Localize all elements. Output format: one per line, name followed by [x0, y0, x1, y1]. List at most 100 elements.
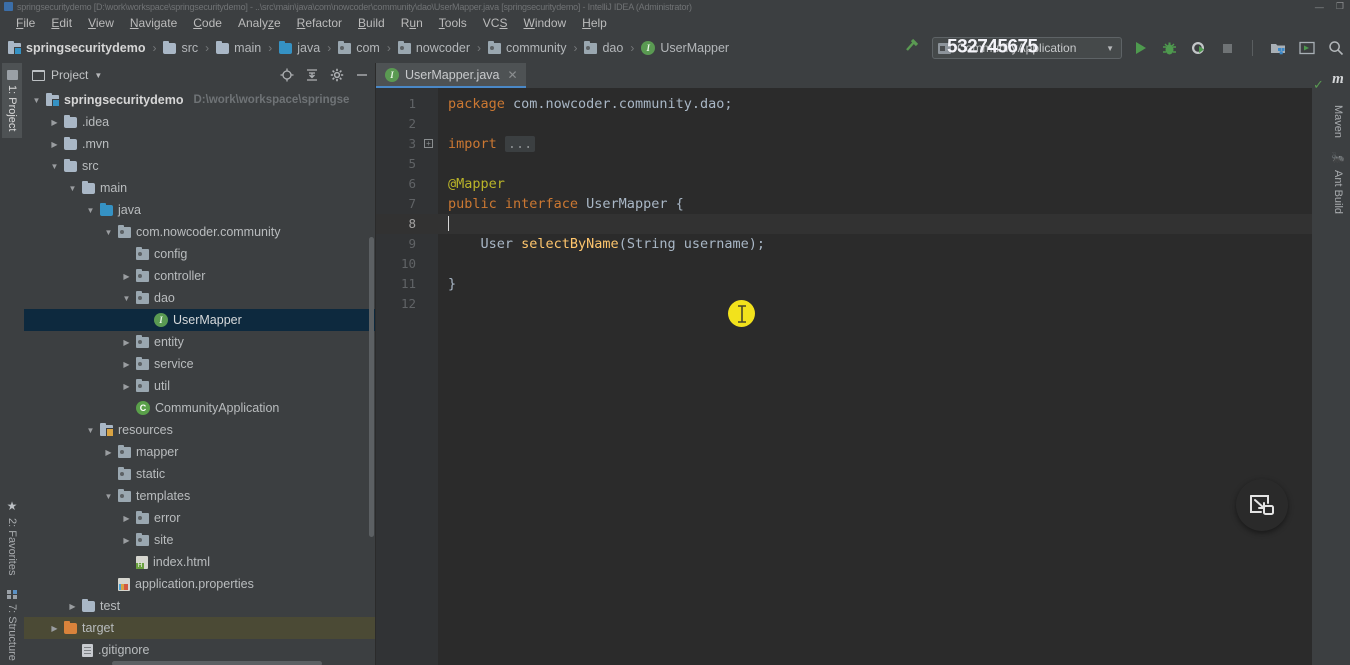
sidebar-tab-structure[interactable]: 7: Structure [2, 582, 22, 665]
editor-tab-usermapper[interactable]: I UserMapper.java ✕ [376, 63, 526, 88]
gear-icon[interactable] [330, 68, 344, 82]
menu-item-run[interactable]: Run [393, 14, 431, 33]
tree-node-dao[interactable]: ▼ dao [24, 287, 375, 309]
project-panel-actions[interactable] [280, 68, 369, 82]
project-tree[interactable]: ▼ springsecuritydemo D:\work\workspace\spr… [24, 87, 375, 665]
menu-item-file[interactable]: File [8, 14, 43, 33]
tree-node-application-properties[interactable]: application.properties [24, 573, 375, 595]
inspection-ok-icon[interactable]: ✓ [1313, 77, 1324, 93]
sidebar-tab-ant-build[interactable]: 🐜 Ant Build [1328, 145, 1349, 221]
line-number[interactable]: 6 [376, 174, 438, 194]
search-icon[interactable] [1327, 40, 1344, 57]
minimize-icon[interactable]: — [1315, 2, 1324, 12]
tree-node-resources[interactable]: ▼ resources [24, 419, 375, 441]
line-number[interactable]: 2 [376, 114, 438, 134]
menubar[interactable]: File Edit View Navigate Code Analyze Refactor B… [0, 13, 1350, 33]
menu-item-vcs[interactable]: VCS [475, 14, 516, 33]
line-number[interactable]: 1 [376, 94, 438, 114]
build-hammer-icon[interactable] [903, 37, 920, 59]
sidebar-tab-project[interactable]: 1: Project [2, 63, 22, 139]
inspection-gutter[interactable]: ✓ [1312, 63, 1326, 665]
maximize-icon[interactable]: ❐ [1336, 1, 1344, 12]
tree-node--gitignore[interactable]: .gitignore [24, 639, 375, 661]
chevron-down-icon[interactable]: ▼ [50, 162, 59, 171]
tree-node-service[interactable]: ▶ service [24, 353, 375, 375]
close-icon[interactable]: ✕ [508, 68, 518, 82]
tree-node-springsecuritydemo[interactable]: ▼ springsecuritydemo D:\work\workspace\spr… [24, 89, 375, 111]
tree-horizontal-scrollbar[interactable] [112, 661, 322, 665]
editor-gutter[interactable]: 1 2 +3 5 6 7 8 9 10 11 12 [376, 88, 438, 665]
tree-node-communityapplication[interactable]: C CommunityApplication [24, 397, 375, 419]
tree-node-src[interactable]: ▼ src [24, 155, 375, 177]
breadcrumb-item-src[interactable]: src [163, 40, 198, 55]
tree-node-java[interactable]: ▼ java [24, 199, 375, 221]
chevron-right-icon[interactable]: ▶ [122, 382, 131, 391]
code-line[interactable]: import ... [438, 134, 1312, 154]
tree-node-mapper[interactable]: ▶ mapper [24, 441, 375, 463]
tree-node-target[interactable]: ▶ target [24, 617, 375, 639]
tree-node-error[interactable]: ▶ error [24, 507, 375, 529]
terminal-icon[interactable] [1298, 40, 1315, 57]
chevron-right-icon[interactable]: ▶ [122, 338, 131, 347]
code-line[interactable]: User selectByName(String username); [438, 234, 1312, 254]
menu-item-edit[interactable]: Edit [43, 14, 80, 33]
code-content[interactable]: package com.nowcoder.community.dao; impo… [438, 88, 1312, 665]
code-line[interactable]: package com.nowcoder.community.dao; [438, 94, 1312, 114]
sidebar-tab-favorites[interactable]: ★ 2: Favorites [2, 492, 22, 582]
tree-node-config[interactable]: config [24, 243, 375, 265]
tree-node-static[interactable]: static [24, 463, 375, 485]
line-number[interactable]: 11 [376, 274, 438, 294]
line-number[interactable]: 7 [376, 194, 438, 214]
chevron-right-icon[interactable]: ▶ [68, 602, 77, 611]
chevron-down-icon[interactable]: ▼ [104, 228, 113, 237]
chevron-down-icon[interactable]: ▼ [122, 294, 131, 303]
chevron-right-icon[interactable]: ▶ [122, 514, 131, 523]
chevron-down-icon[interactable]: ▼ [68, 184, 77, 193]
breadcrumb-item-java[interactable]: java [279, 40, 320, 55]
breadcrumb-item-springsecuritydemo[interactable]: springsecuritydemo [8, 40, 145, 55]
run-configuration-selector[interactable]: CommunityApplication ▼ 532745675 [932, 37, 1122, 59]
breadcrumb-item-community[interactable]: community [488, 40, 566, 55]
menu-item-code[interactable]: Code [185, 14, 230, 33]
menu-item-refactor[interactable]: Refactor [289, 14, 350, 33]
code-line[interactable]: } [438, 274, 1312, 294]
menu-item-window[interactable]: Window [515, 14, 574, 33]
chevron-right-icon[interactable]: ▶ [50, 624, 59, 633]
tree-node--idea[interactable]: ▶ .idea [24, 111, 375, 133]
project-structure-icon[interactable] [1269, 40, 1286, 57]
tree-node-usermapper[interactable]: I UserMapper [24, 309, 375, 331]
chevron-right-icon[interactable]: ▶ [50, 118, 59, 127]
line-number[interactable]: 10 [376, 254, 438, 274]
play-icon[interactable] [1132, 40, 1149, 57]
menu-item-analyze[interactable]: Analyze [230, 14, 289, 33]
code-line[interactable] [438, 114, 1312, 134]
chevron-right-icon[interactable]: ▶ [122, 536, 131, 545]
code-line[interactable] [438, 254, 1312, 274]
tree-node-index-html[interactable]: index.html [24, 551, 375, 573]
tree-node-com-nowcoder-community[interactable]: ▼ com.nowcoder.community [24, 221, 375, 243]
breadcrumb-item-main[interactable]: main [216, 40, 261, 55]
tree-node--mvn[interactable]: ▶ .mvn [24, 133, 375, 155]
chevron-down-icon[interactable]: ▼ [94, 71, 102, 80]
tree-node-entity[interactable]: ▶ entity [24, 331, 375, 353]
tree-node-util[interactable]: ▶ util [24, 375, 375, 397]
line-number[interactable]: 12 [376, 294, 438, 314]
code-editor[interactable]: 1 2 +3 5 6 7 8 9 10 11 12 package com.nowcoder.com… [376, 88, 1312, 665]
fold-toggle-icon[interactable]: + [424, 139, 433, 148]
sidebar-tab-maven[interactable]: Maven [1328, 98, 1348, 145]
tree-vertical-scrollbar[interactable] [369, 237, 374, 537]
toolbar-actions[interactable] [1132, 40, 1344, 57]
tree-node-controller[interactable]: ▶ controller [24, 265, 375, 287]
tree-node-site[interactable]: ▶ site [24, 529, 375, 551]
breadcrumb-item-nowcoder[interactable]: nowcoder [397, 40, 470, 55]
chevron-right-icon[interactable]: ▶ [104, 448, 113, 457]
chevron-right-icon[interactable]: ▶ [122, 360, 131, 369]
menu-item-navigate[interactable]: Navigate [122, 14, 185, 33]
window-controls[interactable]: — ❐ [1315, 0, 1344, 13]
picture-in-picture-button[interactable] [1236, 479, 1288, 531]
code-line[interactable]: @Mapper [438, 174, 1312, 194]
menu-item-help[interactable]: Help [574, 14, 615, 33]
crosshair-icon[interactable] [280, 68, 294, 82]
chevron-right-icon[interactable]: ▶ [122, 272, 131, 281]
chevron-down-icon[interactable]: ▼ [32, 96, 41, 105]
